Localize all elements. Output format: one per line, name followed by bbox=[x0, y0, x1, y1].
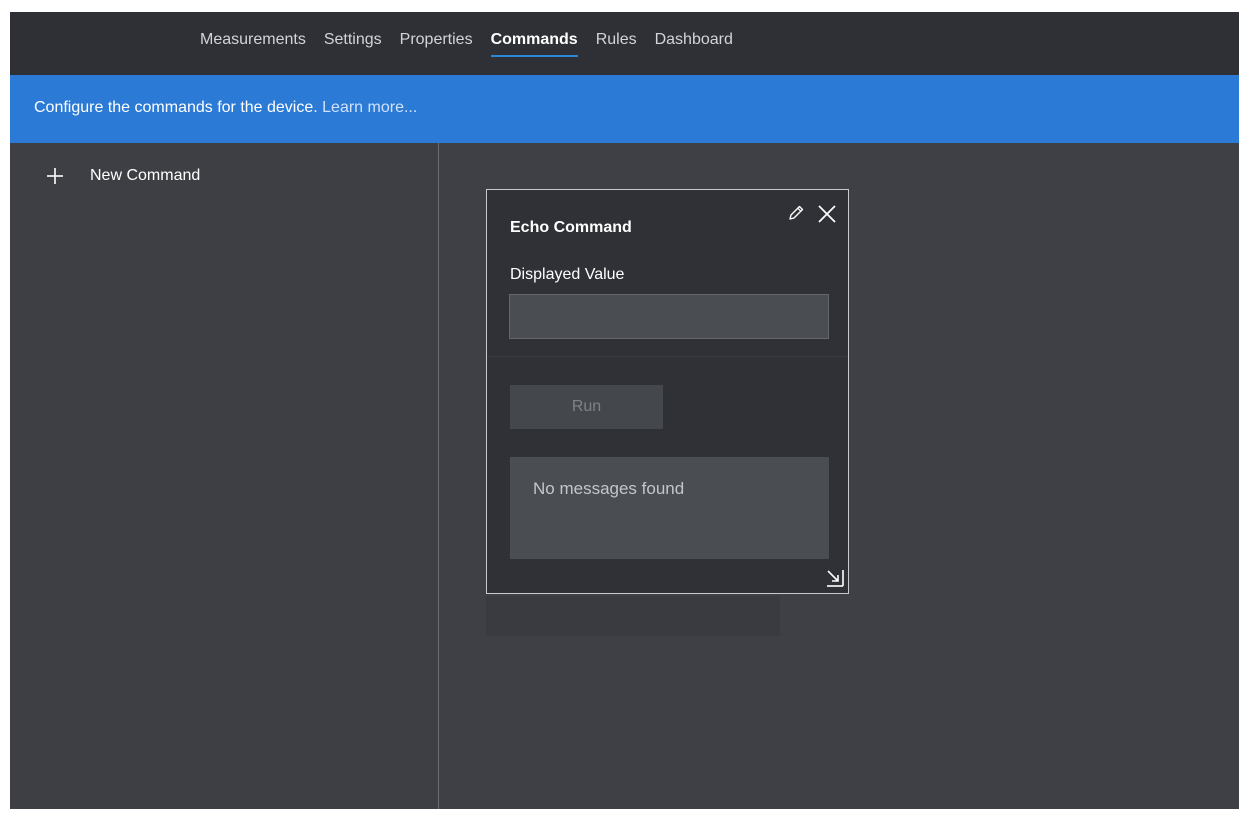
no-messages-text: No messages found bbox=[533, 479, 685, 498]
card-shadow bbox=[486, 596, 780, 636]
edit-icon[interactable] bbox=[787, 204, 805, 222]
tab-list: Measurements Settings Properties Command… bbox=[200, 12, 751, 75]
tab-commands[interactable]: Commands bbox=[490, 12, 578, 75]
app-window: Measurements Settings Properties Command… bbox=[10, 12, 1239, 809]
tab-measurements[interactable]: Measurements bbox=[200, 12, 306, 75]
learn-more-link[interactable]: Learn more... bbox=[322, 99, 417, 116]
displayed-value-input[interactable] bbox=[509, 294, 829, 339]
banner-message: Configure the commands for the device. L… bbox=[34, 99, 417, 117]
messages-panel: No messages found bbox=[510, 457, 829, 559]
tab-dashboard[interactable]: Dashboard bbox=[655, 12, 733, 75]
banner-text: Configure the commands for the device. bbox=[34, 99, 318, 116]
new-command-label: New Command bbox=[90, 167, 201, 184]
resize-icon[interactable] bbox=[824, 567, 846, 589]
run-button[interactable]: Run bbox=[510, 385, 663, 429]
command-sidebar: New Command bbox=[10, 143, 439, 809]
tab-rules[interactable]: Rules bbox=[596, 12, 637, 75]
close-icon[interactable] bbox=[817, 204, 837, 224]
displayed-value-label: Displayed Value bbox=[510, 266, 625, 283]
tab-properties[interactable]: Properties bbox=[400, 12, 473, 75]
new-command-button[interactable]: New Command bbox=[46, 167, 200, 185]
echo-command-card: Echo Command Displayed Value Run No mess… bbox=[486, 189, 849, 594]
plus-icon bbox=[47, 168, 63, 184]
info-banner: Configure the commands for the device. L… bbox=[10, 75, 1239, 143]
tab-settings[interactable]: Settings bbox=[324, 12, 382, 75]
card-title: Echo Command bbox=[510, 219, 632, 236]
top-nav-bar: Measurements Settings Properties Command… bbox=[10, 12, 1239, 75]
card-divider bbox=[487, 356, 848, 357]
